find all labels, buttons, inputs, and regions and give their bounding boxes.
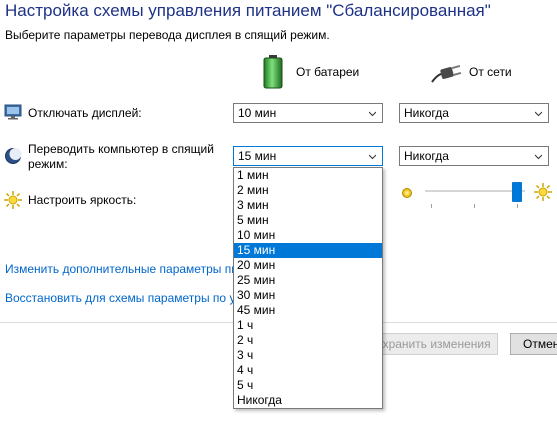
cancel-button[interactable]: Отмен bbox=[510, 333, 557, 355]
power-plug-icon bbox=[430, 60, 462, 86]
dropdown-option[interactable]: 5 ч bbox=[234, 378, 382, 393]
dropdown-option[interactable]: 5 мин bbox=[234, 213, 382, 228]
sleep-battery-select[interactable]: 15 мин bbox=[233, 146, 383, 166]
brightness-high-icon bbox=[534, 183, 552, 201]
dropdown-option[interactable]: 20 мин bbox=[234, 258, 382, 273]
dropdown-option[interactable]: 4 ч bbox=[234, 363, 382, 378]
dropdown-option[interactable]: 2 ч bbox=[234, 333, 382, 348]
monitor-icon bbox=[4, 104, 22, 120]
brightness-slider-thumb[interactable] bbox=[512, 182, 522, 202]
display-off-battery-value: 10 мин bbox=[238, 106, 277, 120]
dropdown-option[interactable]: 25 мин bbox=[234, 273, 382, 288]
brightness-low-icon bbox=[401, 186, 413, 198]
dropdown-option[interactable]: 2 мин bbox=[234, 183, 382, 198]
sleep-label: Переводить компьютер в спящий режим: bbox=[28, 142, 214, 171]
plugged-column-label: От сети bbox=[469, 65, 512, 79]
chevron-down-icon bbox=[535, 154, 542, 160]
sun-icon bbox=[4, 191, 22, 209]
dropdown-option[interactable]: 1 мин bbox=[234, 168, 382, 183]
sleep-battery-dropdown-list[interactable]: 1 мин 2 мин 3 мин 5 мин 10 мин 15 мин 20 мин 25… bbox=[233, 167, 383, 409]
battery-column-label: От батареи bbox=[296, 65, 360, 79]
display-off-battery-select[interactable]: 10 мин bbox=[233, 103, 383, 123]
dropdown-option[interactable]: 30 мин bbox=[234, 288, 382, 303]
brightness-slider-track[interactable] bbox=[425, 190, 525, 192]
restore-defaults-link[interactable]: Восстановить для схемы параметры по ум bbox=[5, 291, 244, 305]
display-off-plugged-value: Никогда bbox=[404, 106, 449, 120]
battery-icon bbox=[262, 55, 284, 89]
chevron-down-icon bbox=[369, 154, 376, 160]
moon-icon bbox=[4, 147, 22, 165]
dropdown-option[interactable]: 3 мин bbox=[234, 198, 382, 213]
dropdown-option[interactable]: 45 мин bbox=[234, 303, 382, 318]
sleep-plugged-value: Никогда bbox=[404, 149, 449, 163]
brightness-label: Настроить яркость: bbox=[28, 193, 137, 207]
advanced-settings-link[interactable]: Изменить дополнительные параметры пи bbox=[5, 262, 238, 276]
chevron-down-icon bbox=[535, 111, 542, 117]
dropdown-option[interactable]: 15 мин bbox=[234, 243, 382, 258]
page-title: Настройка схемы управления питанием "Сба… bbox=[5, 1, 491, 20]
sleep-plugged-select[interactable]: Никогда bbox=[399, 146, 549, 166]
dropdown-option[interactable]: 3 ч bbox=[234, 348, 382, 363]
display-off-plugged-select[interactable]: Никогда bbox=[399, 103, 549, 123]
slider-tick bbox=[431, 204, 432, 208]
display-off-label: Отключать дисплей: bbox=[28, 106, 142, 120]
page-subtitle: Выберите параметры перевода дисплея в сп… bbox=[5, 28, 330, 42]
chevron-down-icon bbox=[369, 111, 376, 117]
sleep-battery-value: 15 мин bbox=[238, 149, 277, 163]
dropdown-option[interactable]: Никогда bbox=[234, 393, 382, 408]
slider-tick bbox=[517, 204, 518, 208]
dropdown-option[interactable]: 1 ч bbox=[234, 318, 382, 333]
slider-tick bbox=[474, 204, 475, 208]
dropdown-option[interactable]: 10 мин bbox=[234, 228, 382, 243]
